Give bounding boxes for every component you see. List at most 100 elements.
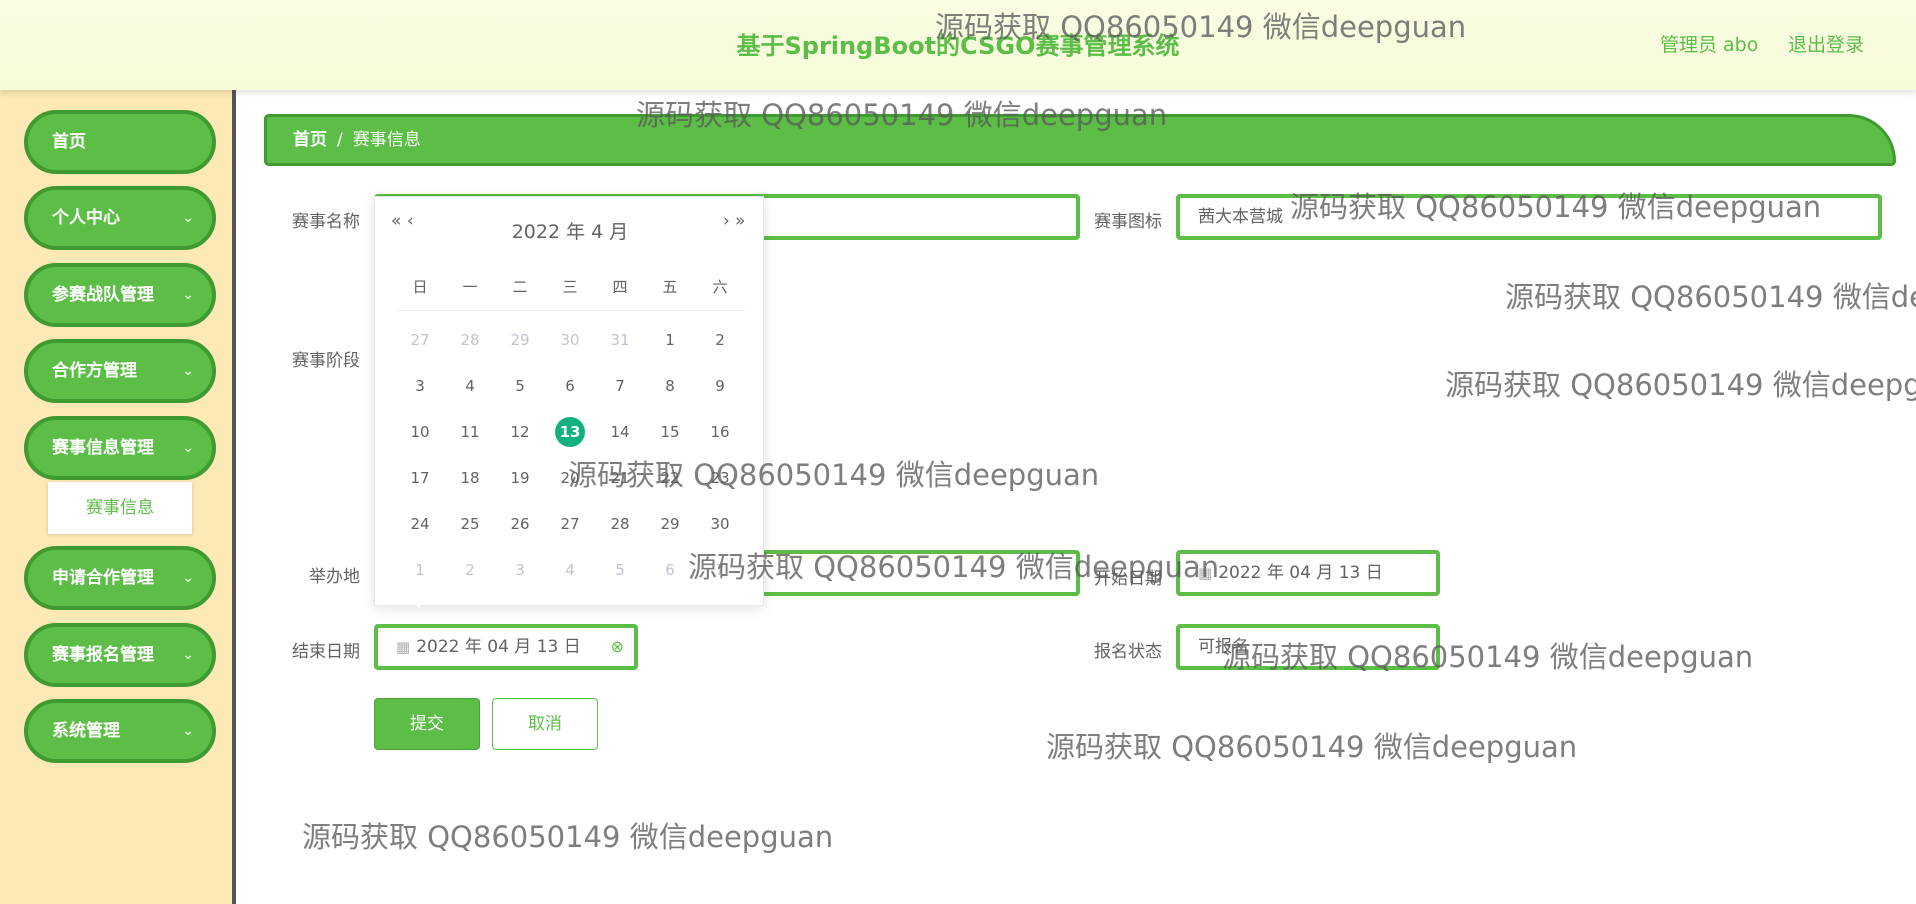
app-title: 基于SpringBoot的CSGO赛事管理系统 <box>736 32 1180 60</box>
event-stage-label: 赛事阶段 <box>292 351 360 371</box>
day-cell[interactable]: 12 <box>495 409 545 455</box>
day-cell[interactable]: 6 <box>645 547 695 593</box>
weekday-label: 二 <box>512 278 528 296</box>
day-cell[interactable]: 31 <box>595 317 645 363</box>
day-cell[interactable]: 8 <box>645 363 695 409</box>
chevron-down-icon: ⌄ <box>182 363 194 379</box>
day-cell[interactable]: 28 <box>595 501 645 547</box>
sidebar-item-personal-center[interactable]: 个人中心 ⌄ <box>24 186 216 250</box>
registration-status-select[interactable]: 可报名 <box>1176 624 1440 670</box>
sidebar-item-system-management[interactable]: 系统管理 ⌄ <box>24 699 216 763</box>
sidebar-item-label: 赛事报名管理 <box>52 645 154 665</box>
event-icon-label: 赛事图标 <box>1094 212 1162 232</box>
weekday-label: 三 <box>562 278 578 296</box>
date-picker-caret <box>412 601 426 608</box>
day-cell[interactable]: 25 <box>445 501 495 547</box>
day-cell[interactable]: 18 <box>445 455 495 501</box>
clear-icon[interactable]: ⊗ <box>611 628 624 666</box>
day-cell[interactable]: 26 <box>495 501 545 547</box>
day-cell[interactable]: 11 <box>445 409 495 455</box>
breadcrumb-home[interactable]: 首页 <box>293 130 327 150</box>
end-date-label: 结束日期 <box>292 642 360 662</box>
date-picker-panel: « ‹ 2022 年 4 月 › » 日一二三四五六 27 28 29 30 31 1 2 3… <box>374 196 764 606</box>
sidebar-item-team-management[interactable]: 参赛战队管理 ⌄ <box>24 263 216 327</box>
breadcrumb-separator: / <box>337 130 343 150</box>
date-picker-year-month: 2022 年 4 月 <box>511 221 629 243</box>
day-cell[interactable]: 15 <box>645 409 695 455</box>
day-cell[interactable]: 2 <box>695 317 745 363</box>
next-month-button[interactable]: › <box>723 211 730 231</box>
calendar-icon: ▦ <box>1198 564 1213 582</box>
start-date-input[interactable]: ▦ 2022 年 04 月 13 日 <box>1176 550 1440 596</box>
calendar-icon: ▦ <box>396 638 411 656</box>
sidebar-item-label: 个人中心 <box>52 208 120 228</box>
next-year-button[interactable]: » <box>735 211 745 231</box>
day-cell[interactable]: 21 <box>595 455 645 501</box>
event-icon-input[interactable]: 茜大本营城 <box>1176 194 1882 240</box>
watermark: 源码获取 QQ86050149 微信deepguan <box>1505 280 1916 314</box>
day-cell[interactable]: 30 <box>695 501 745 547</box>
day-cell[interactable]: 29 <box>645 501 695 547</box>
cancel-button[interactable]: 取消 <box>492 698 598 750</box>
sidebar-item-label: 参赛战队管理 <box>52 285 154 305</box>
watermark: 源码获取 QQ86050149 微信deepguan <box>302 820 834 854</box>
day-cell[interactable]: 27 <box>395 317 445 363</box>
weekday-header: 日一二三四五六 <box>395 277 745 311</box>
day-cell[interactable]: 23 <box>695 455 745 501</box>
day-cell[interactable]: 2 <box>445 547 495 593</box>
sidebar-item-label: 赛事信息管理 <box>52 438 154 458</box>
day-cell[interactable]: 5 <box>595 547 645 593</box>
day-cell[interactable]: 7 <box>595 363 645 409</box>
submit-button[interactable]: 提交 <box>374 698 480 750</box>
day-cell[interactable]: 1 <box>395 547 445 593</box>
day-cell[interactable]: 24 <box>395 501 445 547</box>
watermark: 源码获取 QQ86050149 微信deepguan <box>1046 730 1578 764</box>
chevron-down-icon: ⌄ <box>182 440 194 456</box>
sidebar-item-home[interactable]: 首页 <box>24 110 216 174</box>
day-cell[interactable]: 3 <box>495 547 545 593</box>
day-cell[interactable]: 3 <box>395 363 445 409</box>
day-cell[interactable]: 17 <box>395 455 445 501</box>
day-cell[interactable]: 1 <box>645 317 695 363</box>
chevron-down-icon: ⌄ <box>182 723 194 739</box>
sidebar-item-event-info-management[interactable]: 赛事信息管理 ⌄ <box>24 416 216 480</box>
weekday-label: 日 <box>412 278 428 296</box>
sidebar-subitem-event-info[interactable]: 赛事信息 <box>48 482 192 534</box>
day-cell[interactable]: 14 <box>595 409 645 455</box>
day-cell[interactable]: 9 <box>695 363 745 409</box>
day-cell[interactable]: 10 <box>395 409 445 455</box>
end-date-input[interactable]: ▦ 2022 年 04 月 13 日 ⊗ <box>374 624 638 670</box>
day-cell[interactable]: 28 <box>445 317 495 363</box>
day-cell[interactable]: 5 <box>495 363 545 409</box>
day-cell[interactable]: 16 <box>695 409 745 455</box>
day-cell[interactable]: 19 <box>495 455 545 501</box>
day-grid: 27 28 29 30 31 1 2 3 4 5 6 7 8 9 10 11 12 13 14 15 16 17 18 19 2… <box>395 317 745 593</box>
day-cell[interactable]: 29 <box>495 317 545 363</box>
chevron-down-icon: ⌄ <box>182 570 194 586</box>
sidebar-item-label: 首页 <box>52 132 86 152</box>
weekday-label: 六 <box>712 278 728 296</box>
breadcrumb-current: 赛事信息 <box>352 130 421 150</box>
day-cell-today[interactable]: 13 <box>545 409 595 455</box>
day-cell[interactable]: 20 <box>545 455 595 501</box>
end-date-value: 2022 年 04 月 13 日 <box>416 637 581 657</box>
start-date-value: 2022 年 04 月 13 日 <box>1218 563 1383 583</box>
day-cell[interactable]: 4 <box>445 363 495 409</box>
day-cell[interactable]: 4 <box>545 547 595 593</box>
sidebar-item-partner-management[interactable]: 合作方管理 ⌄ <box>24 339 216 403</box>
breadcrumb: 首页 / 赛事信息 <box>264 114 1896 166</box>
day-cell[interactable]: 22 <box>645 455 695 501</box>
logout-link[interactable]: 退出登录 <box>1788 30 1864 57</box>
sidebar-item-registration-management[interactable]: 赛事报名管理 ⌄ <box>24 623 216 687</box>
start-date-label: 开始日期 <box>1094 569 1162 589</box>
weekday-label: 四 <box>612 278 628 296</box>
current-user[interactable]: 管理员 abo <box>1660 30 1758 57</box>
chevron-down-icon: ⌄ <box>182 210 194 226</box>
day-cell[interactable]: 6 <box>545 363 595 409</box>
sidebar-item-label: 申请合作管理 <box>52 568 154 588</box>
day-cell[interactable]: 27 <box>545 501 595 547</box>
day-cell[interactable]: 7 <box>695 547 745 593</box>
sidebar-item-cooperation-application[interactable]: 申请合作管理 ⌄ <box>24 546 216 610</box>
day-cell[interactable]: 30 <box>545 317 595 363</box>
weekday-label: 一 <box>462 278 478 296</box>
